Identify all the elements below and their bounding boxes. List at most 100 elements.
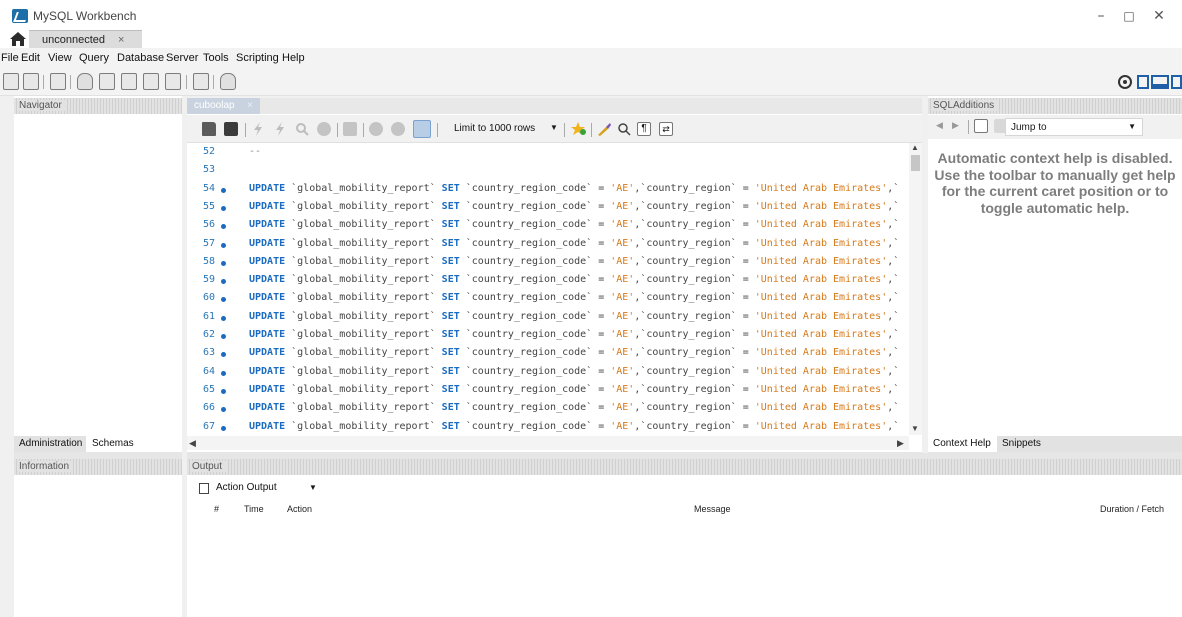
open-file-icon[interactable] <box>202 122 216 136</box>
execute-icon[interactable] <box>251 122 265 136</box>
add-snippet-star-icon[interactable] <box>571 122 587 136</box>
code-line[interactable]: 61 UPDATE `global_mobility_report` SET `c… <box>187 311 909 329</box>
editor-scroll-thumb[interactable] <box>911 155 920 171</box>
toggle-secondary-sidebar-icon[interactable] <box>1171 75 1182 89</box>
code-line[interactable]: 60 UPDATE `global_mobility_report` SET `c… <box>187 292 909 310</box>
code-line[interactable]: 66 UPDATE `global_mobility_report` SET `c… <box>187 402 909 420</box>
commit-icon[interactable] <box>369 122 383 136</box>
search-table-data-icon[interactable] <box>193 73 209 90</box>
sql-identifier: ,`country_region` = <box>634 365 755 377</box>
execute-statement-icon[interactable] <box>273 122 287 136</box>
open-sql-script-icon[interactable] <box>23 73 39 90</box>
beautify-icon[interactable] <box>597 122 612 136</box>
stop-icon[interactable] <box>317 122 331 136</box>
toggle-output-icon[interactable] <box>1151 75 1169 89</box>
column-header-duration-fetch[interactable]: Duration / Fetch <box>1100 504 1164 518</box>
scroll-left-icon[interactable]: ◀ <box>189 438 196 449</box>
toggle-sidebar-icon[interactable] <box>1137 75 1149 89</box>
scroll-right-icon[interactable]: ▶ <box>897 438 904 449</box>
code-line[interactable]: 52 -- <box>187 146 909 164</box>
menu-database[interactable]: Database <box>117 52 164 64</box>
horizontal-splitter[interactable] <box>0 452 1182 459</box>
scroll-up-icon[interactable]: ▲ <box>911 143 919 152</box>
code-line[interactable]: 59 UPDATE `global_mobility_report` SET `c… <box>187 274 909 292</box>
toggle-continue-on-error-icon[interactable] <box>343 122 357 136</box>
preferences-gear-icon[interactable] <box>1117 74 1133 90</box>
code-line[interactable]: 57 UPDATE `global_mobility_report` SET `c… <box>187 238 909 256</box>
column-header-time[interactable]: Time <box>244 504 264 518</box>
output-type-chevron-down-icon[interactable]: ▼ <box>309 483 317 492</box>
code-line[interactable]: 53 <box>187 164 909 182</box>
sql-identifier: `global_mobility_report` <box>285 274 442 286</box>
menu-file[interactable]: File <box>1 52 19 64</box>
column-header-number[interactable]: # <box>214 504 219 518</box>
menu-help[interactable]: Help <box>282 52 305 64</box>
autocommit-toggle-icon[interactable] <box>413 120 431 138</box>
sql-string: 'AE' <box>610 310 635 322</box>
code-line[interactable]: 62 UPDATE `global_mobility_report` SET `c… <box>187 329 909 347</box>
create-schema-icon[interactable] <box>77 73 93 90</box>
create-procedure-icon[interactable] <box>143 73 159 90</box>
minimize-button[interactable]: – <box>1086 6 1116 26</box>
connection-tab[interactable]: unconnected × <box>29 30 142 48</box>
menu-view[interactable]: View <box>48 52 72 64</box>
reconnect-icon[interactable] <box>220 73 236 90</box>
sql-keyword: SET <box>441 255 460 267</box>
tab-context-help[interactable]: Context Help <box>928 436 996 452</box>
column-header-message[interactable]: Message <box>694 504 731 518</box>
code-line[interactable]: 54 UPDATE `global_mobility_report` SET `c… <box>187 183 909 201</box>
jump-to-select[interactable]: Jump to ▼ <box>1005 118 1143 136</box>
menu-edit[interactable]: Edit <box>21 52 40 64</box>
statement-marker-icon <box>221 297 226 303</box>
code-line[interactable]: 67 UPDATE `global_mobility_report` SET `c… <box>187 421 909 436</box>
inspector-icon[interactable] <box>50 73 66 90</box>
invisible-characters-icon[interactable]: ¶ <box>637 122 651 136</box>
sql-identifier: `country_region_code` = <box>459 292 611 304</box>
sql-identifier: `country_region_code` = <box>459 329 611 340</box>
limit-rows-select[interactable]: Limit to 1000 rows <box>454 123 535 134</box>
column-header-action[interactable]: Action <box>287 504 312 518</box>
sql-code-editor[interactable]: 52 -- 53 54 UPDATE `global_mobility_report` … <box>187 143 909 435</box>
tab-snippets[interactable]: Snippets <box>997 436 1182 452</box>
editor-horizontal-scrollbar[interactable]: ◀ ▶ <box>187 436 909 450</box>
sql-editor-tab[interactable]: cuboolap × <box>187 98 260 114</box>
sql-string: 'United Arab Emirates' <box>754 182 888 194</box>
explain-icon[interactable] <box>295 122 309 136</box>
code-line[interactable]: 63 UPDATE `global_mobility_report` SET `c… <box>187 347 909 365</box>
menu-tools[interactable]: Tools <box>203 52 229 64</box>
tab-schemas[interactable]: Schemas <box>87 436 139 452</box>
create-view-icon[interactable] <box>121 73 137 90</box>
code-line[interactable]: 58 UPDATE `global_mobility_report` SET `c… <box>187 256 909 274</box>
output-type-select[interactable]: Action Output <box>216 482 277 493</box>
sql-keyword: UPDATE <box>249 219 286 231</box>
sql-editor-tab-close-icon[interactable]: × <box>247 98 253 114</box>
menu-scripting[interactable]: Scripting <box>236 52 279 64</box>
code-line[interactable]: 64 UPDATE `global_mobility_report` SET `c… <box>187 366 909 384</box>
forward-icon[interactable]: ▶ <box>952 120 959 131</box>
editor-vertical-scrollbar[interactable]: ▲ ▼ <box>909 143 922 435</box>
close-button[interactable]: ✕ <box>1144 6 1174 26</box>
manual-context-help-icon[interactable] <box>974 119 988 133</box>
back-icon[interactable]: ◀ <box>936 120 943 131</box>
create-function-icon[interactable] <box>165 73 181 90</box>
new-sql-tab-icon[interactable] <box>3 73 19 90</box>
menu-server[interactable]: Server <box>166 52 198 64</box>
sql-string: 'United Arab Emirates' <box>754 310 888 322</box>
find-icon[interactable] <box>617 122 631 136</box>
maximize-button[interactable]: □ <box>1114 6 1144 26</box>
code-line[interactable]: 55 UPDATE `global_mobility_report` SET `c… <box>187 201 909 219</box>
copy-output-icon[interactable] <box>199 483 209 494</box>
menu-query[interactable]: Query <box>79 52 109 64</box>
code-line[interactable]: 56 UPDATE `global_mobility_report` SET `c… <box>187 219 909 237</box>
home-icon[interactable] <box>9 31 27 47</box>
word-wrap-icon[interactable]: ⇄ <box>659 122 673 136</box>
limit-rows-chevron-down-icon[interactable]: ▼ <box>550 123 558 132</box>
connection-tab-close-icon[interactable]: × <box>118 34 124 46</box>
rollback-icon[interactable] <box>391 122 405 136</box>
tab-administration[interactable]: Administration <box>14 436 86 452</box>
sql-keyword: UPDATE <box>249 402 286 414</box>
scroll-down-icon[interactable]: ▼ <box>911 424 919 433</box>
code-line[interactable]: 65 UPDATE `global_mobility_report` SET `c… <box>187 384 909 402</box>
save-icon[interactable] <box>224 122 238 136</box>
create-table-icon[interactable] <box>99 73 115 90</box>
